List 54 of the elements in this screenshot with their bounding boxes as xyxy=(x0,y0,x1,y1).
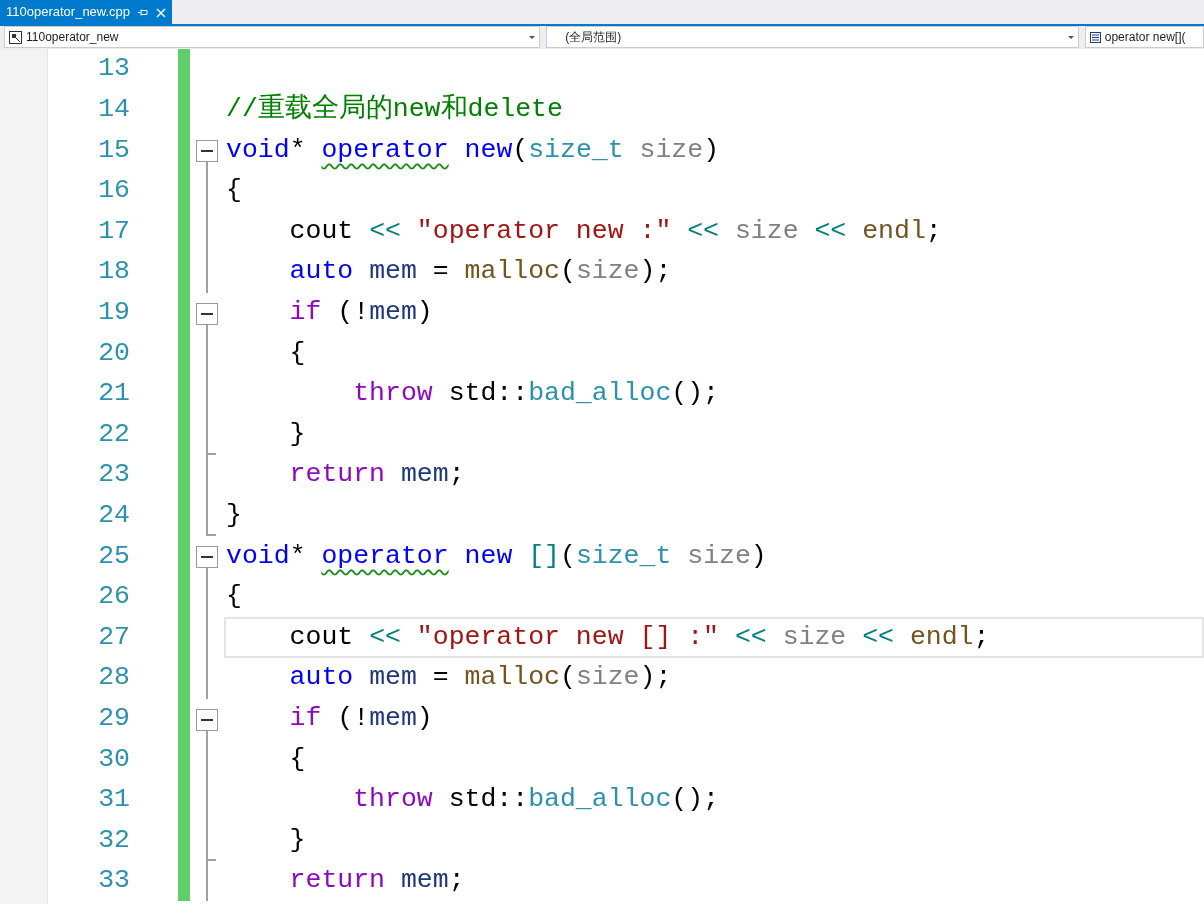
collapse-toggle[interactable] xyxy=(196,140,218,163)
line-number: 26 xyxy=(97,580,130,614)
code-line: } xyxy=(225,498,243,532)
code-line: void* operator new [](size_t size) xyxy=(225,539,768,573)
member-icon xyxy=(1089,31,1101,43)
caret-icon xyxy=(1067,35,1074,39)
code-line: if (!mem) xyxy=(288,296,434,329)
collapse-toggle[interactable] xyxy=(196,708,218,731)
code-line: { xyxy=(225,580,243,614)
code-line: void* operator new(size_t size) xyxy=(225,133,721,167)
document-tab[interactable]: 110operator_new.cpp xyxy=(0,0,173,24)
code-line: } xyxy=(288,417,307,451)
line-number: 16 xyxy=(97,174,130,208)
member-dropdown[interactable]: operator new[]( xyxy=(1084,26,1204,48)
code-line: return mem; xyxy=(288,864,466,898)
code-line: return mem; xyxy=(288,458,466,492)
line-number: 30 xyxy=(97,742,130,776)
line-number: 27 xyxy=(97,620,130,654)
project-dropdown[interactable]: 110operator_new xyxy=(4,26,541,48)
line-number: 14 xyxy=(97,93,130,126)
line-number: 22 xyxy=(97,417,130,451)
line-number: 15 xyxy=(97,133,130,167)
code-line: } xyxy=(288,823,307,857)
line-number: 19 xyxy=(97,296,130,329)
collapse-toggle[interactable] xyxy=(196,302,218,325)
code-line: cout << "operator new :" << size << endl; xyxy=(288,214,943,248)
line-number: 32 xyxy=(97,823,130,857)
code-line: throw std::bad_alloc(); xyxy=(352,377,720,411)
line-number: 20 xyxy=(97,336,130,370)
code-line: auto mem = malloc(size); xyxy=(288,661,673,695)
line-number: 18 xyxy=(97,255,130,289)
line-number: 29 xyxy=(97,701,130,735)
code-line: { xyxy=(225,174,243,208)
tab-title: 110operator_new.cpp xyxy=(6,3,131,22)
line-number: 24 xyxy=(97,498,130,532)
close-icon[interactable] xyxy=(156,6,167,18)
project-icon xyxy=(9,30,22,44)
line-number: 17 xyxy=(97,214,130,248)
line-number: 21 xyxy=(97,377,130,411)
line-number: 31 xyxy=(97,783,130,817)
code-line: throw std::bad_alloc(); xyxy=(352,783,720,817)
code-line: if (!mem) xyxy=(288,701,434,735)
line-number: 33 xyxy=(97,864,130,898)
line-number: 25 xyxy=(97,539,130,573)
caret-icon xyxy=(529,35,536,39)
code-line: { xyxy=(288,742,307,776)
code-line: //重载全局的new和delete xyxy=(225,92,564,126)
line-number: 13 xyxy=(97,52,130,86)
line-number: 23 xyxy=(97,458,130,492)
code-line: { xyxy=(288,336,307,370)
code-line: auto mem = malloc(size); xyxy=(288,255,673,289)
collapse-toggle[interactable] xyxy=(196,546,218,569)
line-number: 28 xyxy=(97,661,130,695)
scope-dropdown[interactable]: (全局范围) xyxy=(546,26,1079,48)
